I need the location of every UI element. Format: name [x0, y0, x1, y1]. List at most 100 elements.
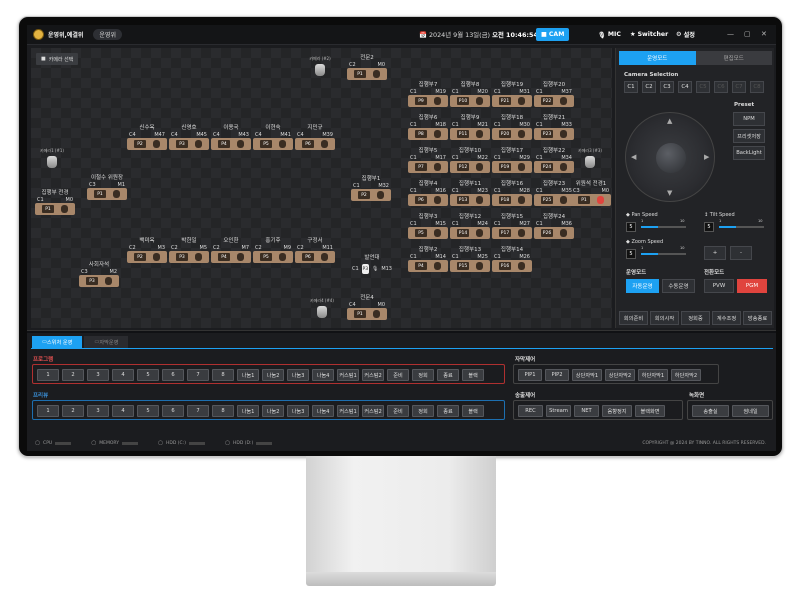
preset-badge[interactable]: P6 [302, 140, 314, 148]
mic-icon[interactable] [518, 130, 525, 138]
mic-icon[interactable] [377, 191, 384, 199]
switcher-key[interactable]: 준비 [387, 405, 409, 417]
arrow-up-icon[interactable]: ▲ [667, 117, 672, 125]
mic-icon[interactable] [279, 253, 286, 261]
zoom-speed-slider[interactable] [641, 253, 686, 255]
switcher-key[interactable]: 5 [137, 369, 159, 381]
mic-icon[interactable] [476, 262, 483, 270]
zoom-in-button[interactable]: + [704, 246, 726, 260]
arrow-right-icon[interactable]: ▶ [704, 153, 709, 161]
preset-badge[interactable]: P1 [42, 205, 54, 213]
mic-icon[interactable] [560, 163, 567, 171]
switcher-key[interactable]: 4 [112, 369, 134, 381]
mic-icon[interactable] [113, 190, 120, 198]
mic-icon[interactable] [434, 130, 441, 138]
preset-badge[interactable]: P1 [354, 310, 366, 318]
camera-1-icon[interactable]: 카메라1 (#1) [40, 148, 64, 168]
mic-icon[interactable] [434, 262, 441, 270]
mic-icon[interactable] [476, 229, 483, 237]
mic-icon[interactable] [279, 140, 286, 148]
meeting-start-button[interactable]: 회의시작 [650, 311, 679, 325]
backlight-button[interactable]: BackLight [733, 146, 765, 160]
switcher-key[interactable]: 종료 [437, 369, 459, 381]
preset-badge[interactable]: P6 [302, 253, 314, 261]
switcher-key[interactable]: 정회 [412, 405, 434, 417]
switcher-key[interactable]: 커스텀1 [337, 369, 359, 381]
switcher-key[interactable]: 나눔4 [312, 405, 334, 417]
tilt-speed-slider[interactable] [719, 226, 764, 228]
cam-button[interactable]: ■ CAM [536, 28, 570, 41]
mic-icon[interactable] [434, 229, 441, 237]
switcher-key[interactable]: 나눔1 [237, 369, 259, 381]
preset-badge[interactable]: P5 [415, 229, 427, 237]
mic-icon[interactable] [476, 196, 483, 204]
switcher-key[interactable]: 1 [37, 405, 59, 417]
preset-badge[interactable]: P18 [499, 196, 511, 204]
auto-mode-button[interactable]: 자동운영 [626, 279, 659, 293]
switcher-key[interactable]: 4 [112, 405, 134, 417]
ptz-joystick[interactable]: ▲ ▼ ◀ ▶ [625, 112, 715, 202]
switcher-key[interactable]: 나눔1 [237, 405, 259, 417]
switcher-key[interactable]: 5 [137, 405, 159, 417]
zoom-out-button[interactable]: - [730, 246, 752, 260]
podium-seat[interactable]: 발언대 C1 P3 🎙 M13 [352, 253, 392, 274]
mode-pill[interactable]: 운영위 [93, 29, 122, 40]
switcher-key[interactable]: 블랙 [462, 405, 484, 417]
switcher-key[interactable]: 커스텀1 [337, 405, 359, 417]
mic-icon[interactable] [237, 140, 244, 148]
preset-badge[interactable]: P11 [457, 130, 469, 138]
preset-badge[interactable]: P1 [354, 70, 366, 78]
preset-badge[interactable]: P1 [94, 190, 106, 198]
preset-badge[interactable]: P22 [541, 97, 553, 105]
cam-button-c8[interactable]: C8 [750, 81, 764, 93]
switcher-key[interactable]: PIP1 [518, 369, 542, 381]
preset-badge[interactable]: P14 [457, 229, 469, 237]
switcher-key[interactable]: 2 [62, 369, 84, 381]
preset-badge[interactable]: P8 [415, 130, 427, 138]
switcher-key[interactable]: 음향정지 [602, 405, 632, 417]
switcher-key[interactable]: 상단자막2 [605, 369, 635, 381]
switcher-key[interactable]: 송출실 [692, 405, 729, 417]
tab-caption-operation[interactable]: ▭ 자막운영 [84, 336, 129, 348]
switcher-key[interactable]: REC [518, 405, 543, 417]
panel-divider[interactable] [27, 330, 776, 333]
settings-button[interactable]: ⚙ 설정 [671, 28, 700, 41]
mic-icon[interactable] [560, 97, 567, 105]
mic-icon[interactable] [560, 196, 567, 204]
cam-button-c3[interactable]: C3 [660, 81, 674, 93]
close-button[interactable]: ✕ [761, 30, 767, 38]
pan-speed-value[interactable]: 5 [626, 222, 636, 232]
cam-button-c7[interactable]: C7 [732, 81, 746, 93]
mic-icon[interactable] [518, 262, 525, 270]
mic-icon[interactable] [434, 163, 441, 171]
mic-icon[interactable] [518, 163, 525, 171]
mic-button[interactable]: 🎙 MIC [593, 28, 626, 41]
preset-badge[interactable]: P15 [457, 262, 469, 270]
switcher-key[interactable]: 8 [212, 369, 234, 381]
camera-4-icon[interactable]: 카메라4 (#4) [310, 298, 334, 318]
mic-icon[interactable] [237, 253, 244, 261]
switcher-key[interactable]: 하단자막2 [671, 369, 701, 381]
switcher-key[interactable]: 커스텀2 [362, 369, 384, 381]
switcher-key[interactable]: 준비 [387, 369, 409, 381]
pvw-button[interactable]: PVW [704, 279, 734, 293]
arrow-left-icon[interactable]: ◀ [631, 153, 636, 161]
preset-badge[interactable]: P3 [176, 140, 188, 148]
camera-2-icon[interactable]: 카메라 (#2) [309, 56, 331, 76]
mic-icon[interactable] [373, 310, 380, 318]
camera-3-icon[interactable]: 카메라3 (#3) [578, 148, 602, 168]
switcher-key[interactable]: Stream [546, 405, 571, 417]
preset-badge[interactable]: P16 [499, 262, 511, 270]
mic-icon[interactable] [476, 130, 483, 138]
switcher-key[interactable]: NET [574, 405, 599, 417]
preset-badge[interactable]: P20 [499, 130, 511, 138]
preset-badge[interactable]: P6 [415, 196, 427, 204]
mic-icon[interactable] [373, 70, 380, 78]
recess-button[interactable]: 정회중 [681, 311, 710, 325]
camera-select-button[interactable]: ■ 카메라 선택 [36, 53, 79, 65]
switcher-key[interactable]: 2 [62, 405, 84, 417]
preset-badge[interactable]: P3 [176, 253, 188, 261]
preset-badge[interactable]: P4 [218, 140, 230, 148]
tilt-speed-value[interactable]: 5 [704, 222, 714, 232]
switcher-key[interactable]: 1 [37, 369, 59, 381]
